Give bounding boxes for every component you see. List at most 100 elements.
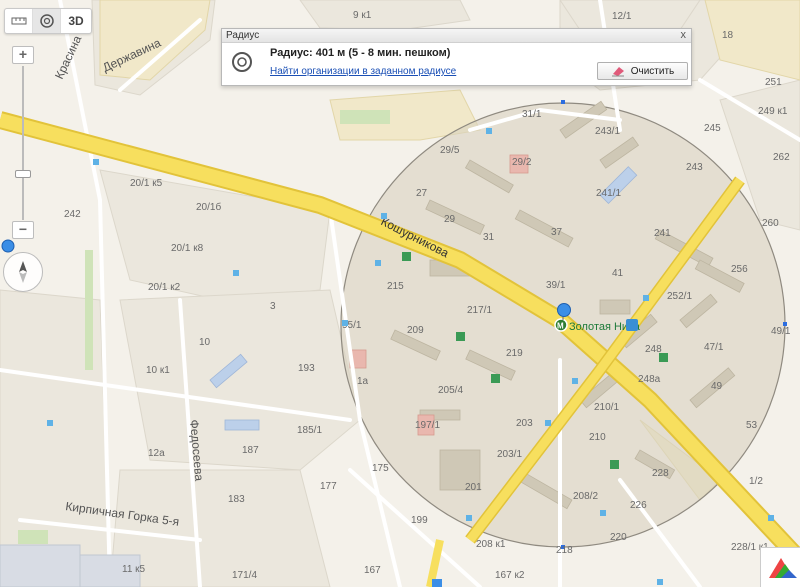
poi-marker [93,159,99,165]
building-label: 228 [652,468,669,479]
building-label: 241/1 [596,188,621,199]
building-label: 37 [551,227,563,238]
radius-button[interactable] [33,9,61,33]
building-label: 39/1 [546,280,566,291]
building-label: 49/1 [771,326,791,337]
poi-marker [375,260,381,266]
building-label: 177 [320,481,337,492]
zoom-in-button[interactable]: + [12,46,34,64]
shop-icon [456,332,465,341]
building-label: 47/1 [704,342,724,353]
building-label: 10 [199,337,211,348]
building-label: 3 [270,301,276,312]
building-label: 183 [228,494,245,505]
building-label: 29/5 [440,145,460,156]
poi-marker [643,295,649,301]
panel-header-title: Радиус [226,30,260,41]
poi-marker [233,270,239,276]
building-label: 197/1 [415,420,440,431]
building-label: 20/1 к5 [130,178,163,189]
building-label: 199 [411,515,428,526]
building-label: 49 [711,381,723,392]
find-organizations-link[interactable]: Найти организации в заданном радиусе [270,66,456,77]
building-label: 27 [416,188,428,199]
building-label: 9 к1 [353,10,372,21]
shop-icon [659,353,668,362]
building-label: 208/2 [573,491,598,502]
poi-marker [545,420,551,426]
radius-title: Радиус: 401 м (5 - 8 мин. пешком) [270,47,451,59]
building-label: 187 [242,445,259,456]
poi-marker [381,213,387,219]
building-label: 251 [765,77,782,88]
shop-icon [491,374,500,383]
ruler-icon [11,17,26,25]
building-label: 208 к1 [476,539,506,550]
logo-icon [769,558,797,578]
building-label: 220 [610,532,627,543]
zoom-slider-handle[interactable] [15,170,31,178]
poi-marker [600,510,606,516]
building-label: 201 [465,482,482,493]
poi-marker [572,378,578,384]
metro-letter: М [557,322,564,331]
shop-icon [402,252,411,261]
building-label: 167 к2 [495,570,525,581]
building-label: 241 [654,228,671,239]
poi-marker [466,515,472,521]
building-label: 210/1 [594,402,619,413]
building-label: 260 [762,218,779,229]
building-label: 219 [506,348,523,359]
building-label: 12/1 [612,11,632,22]
building-label: 11 к5 [122,564,146,575]
location-pin-icon [557,303,571,317]
building-label: 210 [589,432,606,443]
building-label: 245 [704,123,721,134]
panel-header: Радиус x [222,29,691,43]
building-label: 167 [364,565,381,576]
3d-button[interactable]: 3D [61,9,91,33]
building-label: 10 к1 [146,365,170,376]
close-icon[interactable]: x [681,29,687,42]
building-label: 20/1б [196,201,221,213]
building-label: 248а [638,374,661,385]
building-label: 18 [722,30,734,41]
map-canvas[interactable]: Кошурникова Красина Державина Федосеева … [0,0,800,587]
building-label: 252/1 [667,291,692,302]
poi-marker [486,128,492,134]
building-label: 29 [444,214,456,225]
compass-control[interactable] [3,252,43,292]
building-label: 205/4 [438,385,463,396]
building-label: 53 [746,420,758,431]
zoom-out-button[interactable]: − [12,221,34,239]
building-label: 31 [483,232,495,243]
tram-stop-icon[interactable] [626,319,638,331]
building-label: 226 [630,500,647,511]
building-label: 262 [773,152,790,163]
poi-marker [47,420,53,426]
building-label: 209 [407,325,424,336]
radius-panel: Радиус x Радиус: 401 м (5 - 8 мин. пешко… [221,28,692,86]
building-label: 217/1 [467,305,492,316]
map-toolbar: 3D [4,8,92,34]
poi-marker [657,579,663,585]
location-pin-icon[interactable] [432,579,442,587]
building-label: 242 [64,209,81,220]
building-label: 193 [298,363,315,374]
ruler-button[interactable] [5,9,33,33]
building-label: 20/1 к2 [148,282,181,293]
building-label: 256 [731,264,748,275]
building-label: 203 [516,418,533,429]
shop-icon [610,460,619,469]
clear-button[interactable]: Очистить [597,62,688,80]
building-label: 1а [357,376,369,387]
building-label: 243/1 [595,126,620,137]
building-label: 215 [387,281,404,292]
zoom-slider-track[interactable] [22,66,24,220]
building-label: 1/2 [749,476,763,487]
compass-icon [19,261,27,283]
poi-marker [342,320,348,326]
poi-marker [768,515,774,521]
building-label: 249 к1 [758,106,788,117]
building-label: 41 [612,268,624,279]
